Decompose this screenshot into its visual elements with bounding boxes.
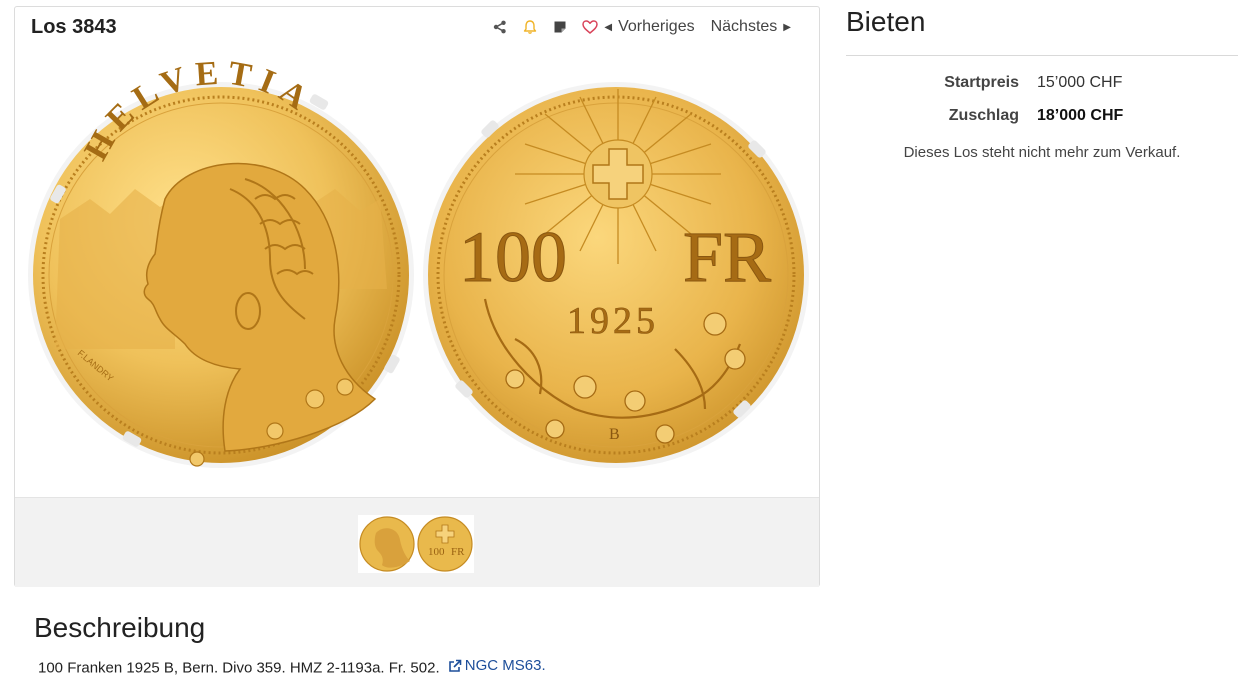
description-title: Beschreibung — [34, 612, 206, 643]
lot-header: Los 3843 ◀ Vorheriges Nächstes ▶ — [15, 7, 819, 49]
lot-image-stage[interactable]: HELVETIA F.LANDRY 100 FR 1925 B — [15, 49, 819, 497]
hammer-price-value: 18’000 CHF — [1037, 107, 1124, 124]
ngc-certificate-link[interactable]: NGC MS63. — [448, 657, 546, 674]
denomination-number: 100 — [459, 217, 567, 297]
hammer-price-row: Zuschlag 18’000 CHF — [846, 107, 1238, 129]
ngc-certificate-label: NGC MS63. — [464, 657, 546, 674]
coin-reverse: 100 FR 1925 B — [423, 82, 809, 468]
next-lot-label: Nächstes — [710, 18, 778, 35]
lot-toolbar: ◀ Vorheriges Nächstes ▶ — [480, 17, 791, 37]
thumbnail-image[interactable]: 100 FR — [358, 515, 474, 573]
lot-status-message: Dieses Los steht nicht mehr zum Verkauf. — [903, 144, 1181, 161]
svg-text:100: 100 — [428, 546, 445, 558]
previous-lot-label: Vorheriges — [618, 18, 695, 35]
previous-lot-link[interactable]: ◀ Vorheriges — [604, 18, 694, 36]
heart-icon[interactable] — [580, 17, 600, 37]
hammer-price-label: Zuschlag — [948, 107, 1019, 124]
description-body: 100 Franken 1925 B, Bern. Divo 359. HMZ … — [38, 659, 440, 677]
lot-title: Los 3843 — [31, 16, 117, 38]
lot-card: Los 3843 ◀ Vorheriges Nächstes ▶ HELVETI… — [14, 6, 820, 587]
start-price-label: Startpreis — [944, 74, 1019, 91]
thumbnail-strip: 100 FR — [15, 497, 819, 587]
coin-year: 1925 — [567, 300, 659, 342]
share-icon[interactable] — [490, 17, 510, 37]
denomination-unit: FR — [683, 217, 771, 297]
external-link-icon — [448, 659, 462, 672]
caret-right-icon: ▶ — [783, 21, 791, 33]
start-price-row: Startpreis 15’000 CHF — [846, 74, 1238, 96]
description-text: 100 Franken 1925 B, Bern. Divo 359. HMZ … — [38, 657, 546, 677]
next-lot-link[interactable]: Nächstes ▶ — [711, 18, 791, 36]
mint-mark: B — [609, 426, 620, 443]
svg-text:FR: FR — [451, 546, 465, 558]
note-icon[interactable] — [550, 17, 570, 37]
bidding-title: Bieten — [846, 6, 926, 37]
coin-image: HELVETIA F.LANDRY 100 FR 1925 B — [28, 54, 809, 468]
bell-icon[interactable] — [520, 17, 540, 37]
bidding-divider — [846, 55, 1238, 56]
caret-left-icon: ◀ — [604, 21, 613, 33]
start-price-value: 15’000 CHF — [1037, 74, 1123, 91]
coin-obverse: HELVETIA F.LANDRY — [28, 54, 414, 468]
